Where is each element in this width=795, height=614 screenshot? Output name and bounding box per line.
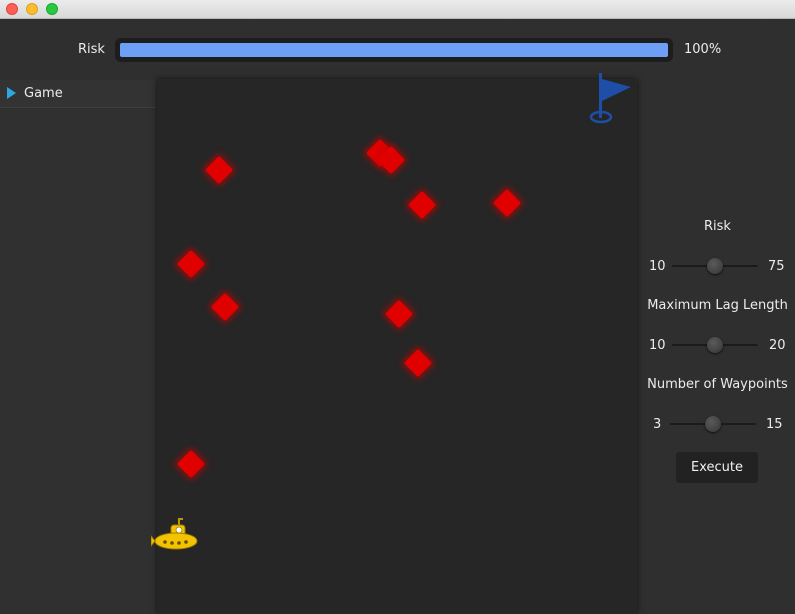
risk-progress-bar (115, 38, 673, 62)
sidebar-item-label: Game (24, 86, 63, 101)
lag-slider-max: 20 (769, 338, 786, 353)
execute-button[interactable]: Execute (676, 452, 758, 483)
lag-slider-title: Maximum Lag Length (647, 298, 788, 313)
sidebar: Game (0, 80, 156, 614)
sidebar-item-game[interactable]: Game (0, 80, 156, 108)
obstacle (176, 449, 206, 479)
lag-slider-min: 10 (649, 338, 666, 353)
minimize-window-button[interactable] (26, 3, 38, 15)
waypoints-slider-max: 15 (766, 417, 783, 432)
blue-flag-icon (589, 73, 631, 124)
obstacle (176, 249, 206, 279)
risk-slider-knob[interactable] (707, 258, 723, 274)
obstacle (403, 348, 433, 378)
waypoints-slider-title: Number of Waypoints (647, 377, 788, 392)
game-board[interactable] (151, 73, 637, 614)
waypoints-slider[interactable] (670, 416, 756, 432)
yellow-submarine-icon (151, 518, 198, 550)
risk-percent: 100% (684, 42, 722, 57)
maximize-window-button[interactable] (46, 3, 58, 15)
window-titlebar (0, 0, 795, 19)
close-window-button[interactable] (6, 3, 18, 15)
waypoints-slider-knob[interactable] (705, 416, 721, 432)
obstacle (384, 299, 414, 329)
risk-progress-fill (120, 43, 668, 57)
obstacle (204, 155, 234, 185)
lag-slider-knob[interactable] (707, 337, 723, 353)
risk-slider[interactable] (672, 258, 758, 274)
risk-slider-max: 75 (768, 259, 785, 274)
obstacle (210, 292, 240, 322)
risk-bar-label: Risk (78, 42, 105, 57)
risk-slider-title: Risk (704, 219, 731, 234)
lag-slider[interactable] (672, 337, 758, 353)
obstacle (407, 190, 437, 220)
obstacle (492, 188, 522, 218)
waypoints-slider-min: 3 (653, 417, 662, 432)
risk-slider-min: 10 (649, 259, 666, 274)
disclosure-triangle-icon[interactable] (7, 87, 16, 99)
